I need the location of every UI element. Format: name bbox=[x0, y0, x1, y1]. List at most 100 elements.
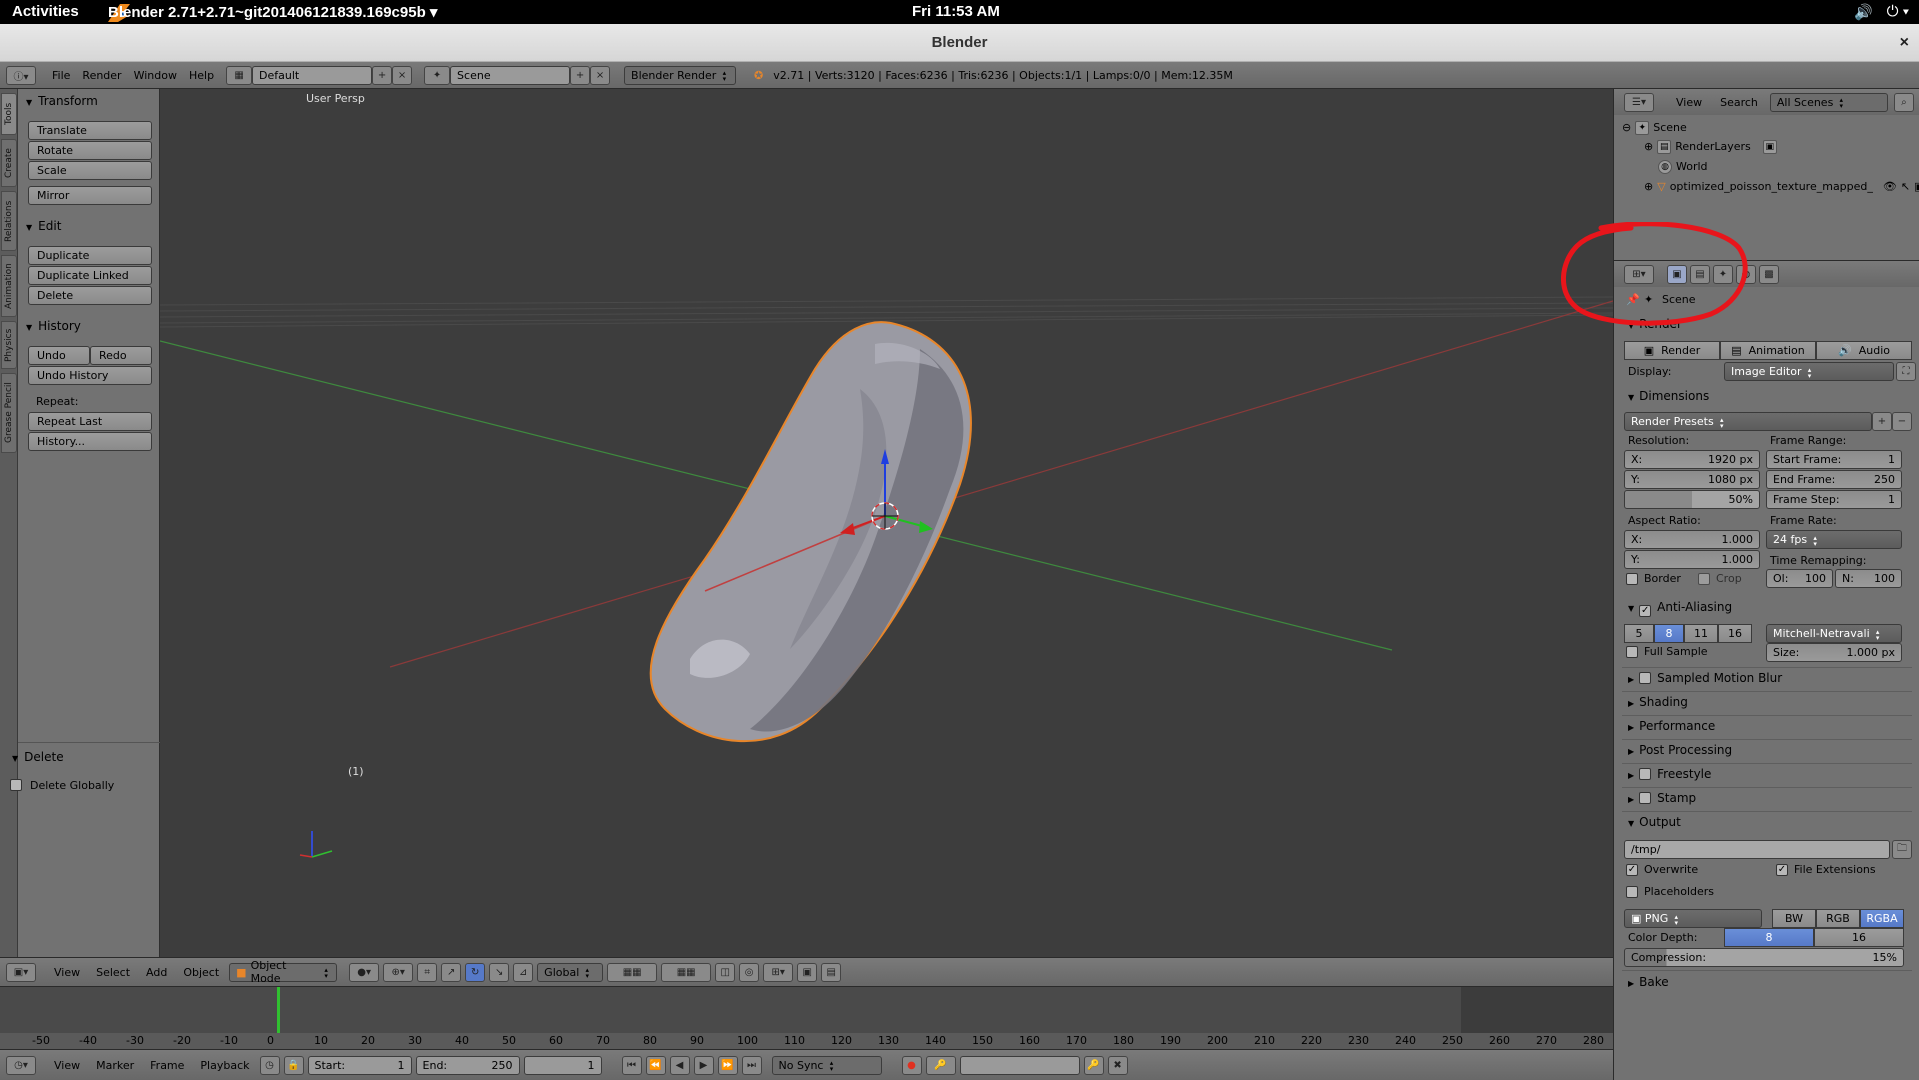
tab-grease-pencil[interactable]: Grease Pencil bbox=[1, 373, 17, 453]
outliner-item-renderlayers[interactable]: ⊕ ▤ RenderLayers ▣ bbox=[1644, 137, 1777, 156]
search-icon[interactable]: ⌕ bbox=[1893, 92, 1914, 112]
delete-globally-checkbox[interactable] bbox=[10, 779, 22, 791]
pin-icon[interactable]: 📌 bbox=[1626, 293, 1640, 306]
menu-add[interactable]: Add bbox=[140, 963, 173, 982]
lock-layer-icon[interactable]: ◫ bbox=[715, 962, 736, 982]
outliner-item-scene[interactable]: ⊖ ✦ Scene bbox=[1622, 118, 1687, 137]
placeholders-checkbox[interactable] bbox=[1626, 886, 1638, 898]
scale-manipulator-icon[interactable]: ↘ bbox=[489, 962, 510, 982]
lock-range-icon[interactable]: 🔒 bbox=[283, 1055, 304, 1075]
mirror-button[interactable]: Mirror bbox=[28, 186, 152, 205]
res-x-field[interactable]: X: 1920 px bbox=[1624, 450, 1760, 469]
keying-set-icon[interactable]: 🔑 bbox=[925, 1055, 956, 1075]
panel-transform-header[interactable]: Transform bbox=[26, 94, 98, 108]
translate-manipulator-icon[interactable]: ↗ bbox=[441, 962, 462, 982]
panel-operator-header[interactable]: Delete bbox=[12, 750, 63, 764]
aa-section-header[interactable]: ✓ Anti-Aliasing bbox=[1628, 600, 1732, 617]
menu-file[interactable]: File bbox=[46, 66, 76, 85]
tab-physics[interactable]: Physics bbox=[1, 321, 17, 369]
freestyle-section-header[interactable]: Freestyle bbox=[1628, 767, 1711, 781]
freestyle-checkbox[interactable] bbox=[1639, 768, 1652, 780]
outliner-item-mesh[interactable]: ⊕ ▽optimized_poisson_texture_mapped_ 👁 ↖ ▣ bbox=[1644, 177, 1919, 196]
select-cursor-icon[interactable]: ↖ bbox=[1901, 180, 1910, 193]
outliner-menu-search[interactable]: Search bbox=[1714, 93, 1764, 112]
repeat-last-button[interactable]: Repeat Last bbox=[28, 412, 152, 431]
render-layers-tab-icon[interactable]: ▤ bbox=[1690, 264, 1710, 284]
3d-viewport[interactable]: User Persp (1) bbox=[160, 89, 1613, 957]
motion-blur-section-header[interactable]: Sampled Motion Blur bbox=[1628, 671, 1782, 685]
render-preview-icon[interactable]: ▣ bbox=[797, 962, 818, 982]
layers-icon[interactable]: ▦▦ bbox=[607, 962, 658, 982]
display-dropdown[interactable]: Image Editor bbox=[1724, 362, 1894, 381]
sync-dropdown[interactable]: No Sync bbox=[771, 1055, 882, 1075]
history-button[interactable]: History... bbox=[28, 432, 152, 451]
lock-interface-icon[interactable]: ⛶ bbox=[1896, 362, 1916, 381]
bake-section-header[interactable]: Bake bbox=[1628, 975, 1669, 989]
add-screen-icon[interactable]: + bbox=[372, 65, 393, 85]
clock[interactable]: Fri 11:53 AM bbox=[912, 3, 1000, 20]
tab-tools[interactable]: Tools bbox=[1, 93, 17, 135]
start-frame-field[interactable]: Start: 1 bbox=[307, 1055, 412, 1075]
manipulator-toggle-icon[interactable]: ⌗ bbox=[417, 962, 438, 982]
output-path-field[interactable]: /tmp/ bbox=[1624, 840, 1890, 859]
menu-object[interactable]: Object bbox=[177, 963, 225, 982]
compression-slider[interactable]: Compression: 15% bbox=[1624, 948, 1904, 967]
delete-key-icon[interactable]: ✖ bbox=[1107, 1055, 1128, 1075]
outliner-menu-view[interactable]: View bbox=[1670, 93, 1708, 112]
editor-type-timeline-icon[interactable]: ◷▾ bbox=[6, 1055, 36, 1075]
rotate-manipulator-icon[interactable]: ↻ bbox=[465, 962, 486, 982]
world-tab-icon[interactable]: ◍ bbox=[1736, 264, 1756, 284]
panel-edit-header[interactable]: Edit bbox=[26, 219, 61, 233]
render-engine-dropdown[interactable]: Blender Render bbox=[624, 65, 737, 85]
folder-icon[interactable]: 🗀 bbox=[1892, 840, 1912, 859]
render-tab-icon[interactable]: ▣ bbox=[1667, 264, 1687, 284]
overwrite-checkbox[interactable]: ✓ bbox=[1626, 864, 1638, 876]
preview-range-icon[interactable]: ◷ bbox=[259, 1055, 280, 1075]
editor-type-3d-icon[interactable]: ▣▾ bbox=[6, 962, 36, 982]
scene-field[interactable]: Scene bbox=[450, 65, 571, 85]
render-camera-icon[interactable]: ▣ bbox=[1914, 180, 1919, 193]
snap-icon[interactable]: ⊿ bbox=[513, 962, 534, 982]
aspect-y-field[interactable]: Y: 1.000 bbox=[1624, 550, 1760, 569]
collapse-icon[interactable]: ⊖ bbox=[1622, 121, 1631, 134]
jump-end-icon[interactable]: ⏭ bbox=[741, 1055, 762, 1075]
res-percentage-slider[interactable]: 50% bbox=[1624, 490, 1760, 509]
aa-sample-11[interactable]: 11 bbox=[1684, 624, 1718, 643]
app-menu[interactable]: Blender 2.71+2.71~git201406121839.169c95… bbox=[108, 3, 437, 21]
redo-button[interactable]: Redo bbox=[90, 346, 152, 365]
color-rgba-button[interactable]: RGBA bbox=[1860, 909, 1904, 928]
color-bw-button[interactable]: BW bbox=[1772, 909, 1816, 928]
screen-layout-field[interactable]: Default bbox=[252, 65, 373, 85]
proportional-edit-icon[interactable]: ◎ bbox=[739, 962, 760, 982]
aa-sample-5[interactable]: 5 bbox=[1624, 624, 1654, 643]
tl-menu-view[interactable]: View bbox=[48, 1056, 86, 1075]
remove-screen-icon[interactable]: × bbox=[392, 65, 413, 85]
add-scene-icon[interactable]: + bbox=[570, 65, 591, 85]
duplicate-linked-button[interactable]: Duplicate Linked bbox=[28, 266, 152, 285]
crop-checkbox[interactable] bbox=[1698, 573, 1710, 585]
tab-relations[interactable]: Relations bbox=[1, 191, 17, 251]
keying-set-field[interactable] bbox=[959, 1055, 1080, 1075]
end-frame-field[interactable]: End: 250 bbox=[415, 1055, 520, 1075]
panel-history-header[interactable]: History bbox=[26, 319, 81, 333]
aa-filter-dropdown[interactable]: Mitchell-Netravali bbox=[1766, 624, 1902, 643]
editor-type-outliner-icon[interactable]: ☰▾ bbox=[1624, 92, 1654, 112]
next-keyframe-icon[interactable]: ⏩ bbox=[717, 1055, 738, 1075]
render-section-header[interactable]: Render bbox=[1628, 317, 1682, 331]
menu-help[interactable]: Help bbox=[183, 66, 220, 85]
pivot-icon[interactable]: ⊕▾ bbox=[383, 962, 414, 982]
frame-rate-dropdown[interactable]: 24 fps bbox=[1766, 530, 1902, 549]
tl-menu-playback[interactable]: Playback bbox=[194, 1056, 255, 1075]
tab-animation[interactable]: Animation bbox=[1, 255, 17, 317]
aspect-x-field[interactable]: X: 1.000 bbox=[1624, 530, 1760, 549]
screen-layout-icon[interactable]: ▦ bbox=[226, 65, 253, 85]
timeline[interactable]: -50 -40 -30 -20 -10 0 10 20 30 40 50 60 70 80 90 100 110… bbox=[0, 986, 1613, 1049]
shading-solid-icon[interactable]: ●▾ bbox=[349, 962, 380, 982]
aa-sample-8[interactable]: 8 bbox=[1654, 624, 1684, 643]
play-reverse-icon[interactable]: ◀ bbox=[669, 1055, 690, 1075]
menu-window[interactable]: Window bbox=[128, 66, 183, 85]
current-frame-field[interactable]: 1 bbox=[523, 1055, 602, 1075]
editor-type-icon[interactable]: ⓘ▾ bbox=[6, 65, 36, 85]
full-sample-checkbox[interactable] bbox=[1626, 646, 1638, 658]
aa-checkbox[interactable]: ✓ bbox=[1639, 605, 1652, 617]
